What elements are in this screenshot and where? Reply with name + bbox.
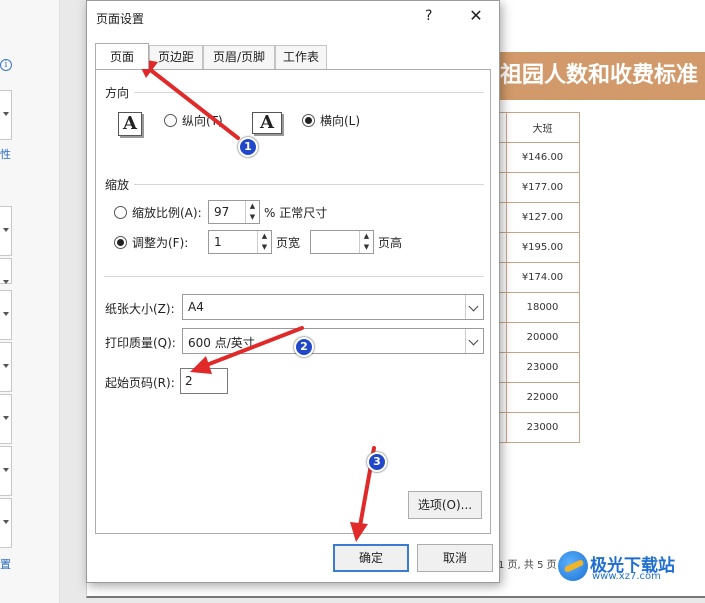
table-row: ¥177.00: [492, 172, 580, 203]
paper-size-label: 纸张大小(Z):: [105, 302, 175, 316]
scaling-group-label: 缩放: [105, 178, 130, 192]
table-row: 23000: [492, 352, 580, 383]
fit-wide-suffix: 页宽: [276, 236, 301, 250]
side-dropdown[interactable]: [0, 90, 12, 140]
annotation-badge-1: 1: [238, 137, 258, 157]
side-label: 性: [0, 148, 11, 161]
left-panel: i 性 置: [0, 0, 60, 603]
print-quality-value: 600 点/英寸: [188, 336, 255, 350]
side-dropdown[interactable]: [0, 498, 12, 548]
info-icon[interactable]: i: [0, 59, 12, 71]
spin-down-icon[interactable]: ▼: [258, 242, 271, 253]
dialog-titlebar[interactable]: 页面设置 ? ✕: [87, 1, 499, 35]
table-cell: ¥195.00: [505, 232, 580, 263]
chevron-down-icon[interactable]: [465, 329, 483, 353]
table-header-cell: 大班: [505, 112, 580, 143]
spin-down-icon[interactable]: ▼: [246, 212, 259, 223]
table-cell: ¥174.00: [505, 262, 580, 293]
scale-ratio-value: 97: [214, 205, 230, 219]
close-button[interactable]: ✕: [465, 5, 487, 27]
table-row: 22000: [492, 382, 580, 413]
cancel-button[interactable]: 取消: [417, 544, 493, 572]
table-cell: 20000: [505, 322, 580, 353]
table-cell: ¥177.00: [505, 172, 580, 203]
table-row: 20000: [492, 322, 580, 353]
preview-table: 大班 ¥146.00 ¥177.00 ¥127.00 ¥195.00 ¥174.…: [492, 112, 580, 443]
table-cell: 22000: [505, 382, 580, 413]
annotation-badge-3: 3: [367, 452, 387, 472]
side-dropdown[interactable]: [0, 342, 12, 392]
side-dropdown[interactable]: [0, 446, 12, 496]
first-page-label: 起始页码(R):: [105, 376, 175, 390]
fit-to-radio[interactable]: [114, 236, 127, 249]
spin-up-icon[interactable]: ▲: [246, 201, 259, 212]
dialog-title: 页面设置: [96, 12, 145, 26]
table-cell: 23000: [505, 412, 580, 443]
watermark-url: www.xz7.com: [592, 571, 661, 582]
scale-ratio-label[interactable]: 缩放比例(A):: [132, 204, 202, 221]
watermark: 极光下载站 www.xz7.com: [558, 549, 700, 585]
scale-ratio-spinner[interactable]: 97 ▲ ▼: [208, 200, 260, 224]
table-row: ¥146.00: [492, 142, 580, 173]
help-button[interactable]: ?: [425, 8, 432, 24]
page-footer: 1 页, 共 5 页: [498, 560, 557, 571]
chevron-down-icon[interactable]: [465, 295, 483, 319]
scale-ratio-radio[interactable]: [114, 206, 127, 219]
table-cell: 23000: [505, 352, 580, 383]
table-row: 18000: [492, 292, 580, 323]
side-dropdown[interactable]: [0, 290, 12, 340]
first-page-number-input[interactable]: 2: [180, 368, 228, 394]
options-button[interactable]: 选项(O)...: [408, 491, 482, 519]
landscape-icon: A: [252, 112, 282, 134]
tab-panel-page: 方向 A 纵向(T) A 横向(L) 缩放 缩放比例(A): 97 ▲ ▼ % 正…: [95, 69, 491, 534]
tab-header-footer[interactable]: 页眉/页脚: [203, 45, 275, 69]
table-row: ¥127.00: [492, 202, 580, 233]
side-dropdown[interactable]: [0, 206, 12, 256]
paper-size-value: A4: [188, 300, 204, 314]
sheet-title: 祖园人数和收费标准: [498, 52, 705, 100]
first-page-number-value: 2: [185, 374, 193, 388]
page-setup-dialog: 页面设置 ? ✕ 页面 页边距 页眉/页脚 工作表 方向 A 纵向(T) A 横…: [86, 0, 500, 583]
tab-margins[interactable]: 页边距: [149, 45, 203, 69]
fit-to-label[interactable]: 调整为(F):: [132, 234, 188, 251]
table-row: 23000: [492, 412, 580, 443]
side-dropdown[interactable]: [0, 394, 12, 444]
table-cell: ¥146.00: [505, 142, 580, 173]
orientation-group-label: 方向: [105, 86, 130, 100]
portrait-icon: A: [118, 112, 142, 136]
portrait-radio[interactable]: [164, 114, 177, 127]
print-quality-label: 打印质量(Q):: [105, 336, 176, 350]
scale-ratio-suffix: % 正常尺寸: [264, 206, 328, 220]
table-cell: 18000: [505, 292, 580, 323]
fit-wide-value: 1: [214, 235, 222, 249]
group-divider: [134, 184, 484, 185]
annotation-badge-2: 2: [294, 337, 314, 357]
ok-button[interactable]: 确定: [333, 544, 409, 572]
group-divider: [134, 92, 484, 93]
table-row: ¥174.00: [492, 262, 580, 293]
print-quality-select[interactable]: 600 点/英寸: [182, 328, 484, 354]
landscape-radio[interactable]: [302, 114, 315, 127]
spin-up-icon[interactable]: ▲: [258, 231, 271, 242]
tab-sheet[interactable]: 工作表: [275, 45, 327, 69]
watermark-logo-icon: [558, 551, 588, 581]
spin-down-icon[interactable]: ▼: [360, 242, 373, 253]
fit-wide-spinner[interactable]: 1 ▲ ▼: [208, 230, 272, 254]
group-divider: [104, 276, 484, 277]
landscape-label[interactable]: 横向(L): [320, 112, 360, 129]
paper-size-select[interactable]: A4: [182, 294, 484, 320]
tab-page[interactable]: 页面: [95, 43, 149, 69]
table-cell: ¥127.00: [505, 202, 580, 233]
table-row: 大班: [492, 112, 580, 143]
side-label: 置: [0, 558, 11, 571]
spin-up-icon[interactable]: ▲: [360, 231, 373, 242]
table-row: ¥195.00: [492, 232, 580, 263]
portrait-label[interactable]: 纵向(T): [182, 112, 223, 129]
fit-tall-spinner[interactable]: ▲ ▼: [310, 230, 374, 254]
fit-tall-suffix: 页高: [378, 236, 403, 250]
side-dropdown[interactable]: [0, 258, 12, 284]
